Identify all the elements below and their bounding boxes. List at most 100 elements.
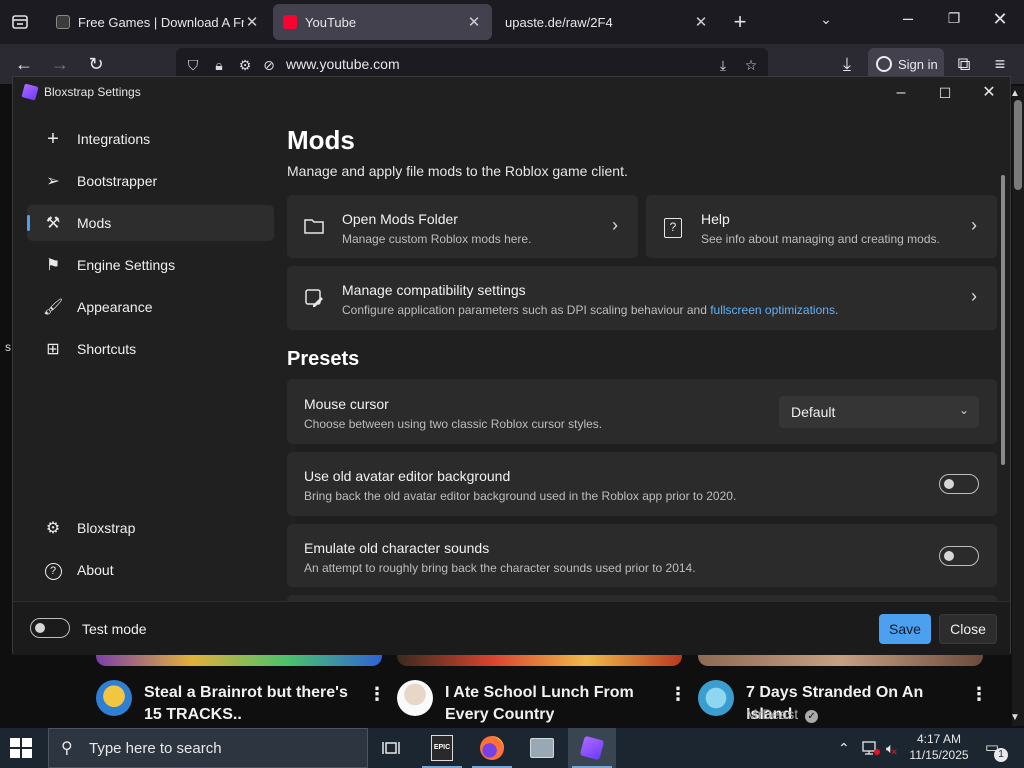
tray-overflow-chevron-icon[interactable]: ⌃: [838, 728, 850, 768]
bookmark-star-icon[interactable]: ☆: [742, 56, 760, 74]
minimize-button[interactable]: –: [889, 81, 913, 105]
card-title: Open Mods Folder: [342, 211, 458, 227]
more-options-icon[interactable]: ⋮: [669, 684, 687, 705]
test-mode-label: Test mode: [82, 621, 147, 637]
page-scrollbar[interactable]: [1012, 86, 1024, 726]
tab-upaste[interactable]: upaste.de/raw/2F4 ✕: [495, 4, 719, 40]
install-icon[interactable]: ⤓: [714, 56, 732, 74]
minimize-button[interactable]: –: [896, 8, 920, 29]
open-mods-folder-card[interactable]: Open Mods Folder Manage custom Roblox mo…: [287, 195, 638, 258]
close-icon[interactable]: ✕: [244, 13, 260, 31]
window-manager-icon: [530, 738, 554, 758]
close-window-button[interactable]: ✕: [977, 81, 1001, 105]
toggle-knob: [944, 551, 954, 561]
lock-icon[interactable]: 🔒︎: [210, 56, 228, 74]
taskbar-app-firefox[interactable]: [468, 728, 516, 768]
tab-youtube[interactable]: YouTube ✕: [273, 4, 492, 40]
search-icon: ⚲: [61, 740, 73, 757]
shield-icon[interactable]: ⛉: [184, 56, 202, 74]
sidebar-item-bootstrapper[interactable]: ➢ Bootstrapper: [27, 163, 274, 199]
window-titlebar[interactable]: Bloxstrap Settings – ☐ ✕: [13, 77, 1010, 109]
sidebar-item-label: Bootstrapper: [77, 173, 158, 189]
content-scrollbar[interactable]: [1001, 175, 1005, 465]
downloads-icon[interactable]: ⤓: [835, 52, 859, 76]
old-character-sounds-toggle[interactable]: [939, 546, 979, 566]
mods-page-content: Mods Manage and apply file mods to the R…: [287, 117, 999, 601]
reload-button[interactable]: ↻: [84, 52, 108, 76]
compatibility-settings-card[interactable]: Manage compatibility settings Configure …: [287, 266, 997, 330]
channel-avatar[interactable]: [397, 680, 433, 716]
menu-icon[interactable]: ≡: [988, 52, 1012, 76]
sidebar-item-label: Engine Settings: [77, 257, 176, 273]
setting-title: Emulate old character sounds: [304, 540, 490, 556]
tab-title: YouTube: [305, 14, 357, 30]
sidebar-item-engine-settings[interactable]: ⚑ Engine Settings: [27, 247, 274, 283]
windows-logo-icon: [10, 738, 32, 758]
taskbar-app-bloxstrap[interactable]: [568, 728, 616, 768]
window-footer: Test mode Save Close: [13, 601, 1010, 655]
close-window-button[interactable]: ✕: [988, 9, 1012, 30]
more-options-icon[interactable]: ⋮: [368, 684, 386, 705]
card-description: See info about managing and creating mod…: [701, 232, 940, 246]
forward-button[interactable]: →: [48, 52, 72, 76]
new-tab-button[interactable]: +: [728, 9, 752, 35]
old-avatar-background-toggle[interactable]: [939, 474, 979, 494]
scrollbar-thumb[interactable]: [1014, 100, 1022, 190]
test-mode-toggle[interactable]: [30, 618, 70, 638]
save-button[interactable]: Save: [879, 614, 931, 644]
fullscreen-optimizations-link[interactable]: fullscreen optimizations: [710, 303, 835, 317]
back-button[interactable]: ←: [12, 52, 36, 76]
sidebar-item-integrations[interactable]: + Integrations: [27, 121, 274, 157]
network-icon[interactable]: [862, 728, 880, 768]
close-button[interactable]: Close: [939, 614, 997, 644]
card-title: Help: [701, 211, 730, 227]
taskbar-search[interactable]: ⚲ Type here to search: [48, 728, 368, 768]
start-button[interactable]: [10, 738, 32, 758]
chevron-down-icon: ⌄: [958, 403, 969, 417]
taskbar-app-epic-games[interactable]: EPIC: [418, 728, 466, 768]
video-title[interactable]: I Ate School Lunch From Every Country: [445, 682, 655, 726]
channel-name-text[interactable]: MrBeast: [746, 706, 798, 722]
mouse-cursor-setting: Mouse cursor Choose between using two cl…: [287, 379, 997, 444]
close-icon[interactable]: ✕: [466, 13, 482, 31]
wrench-screwdriver-icon: ⚒: [45, 215, 61, 232]
mouse-cursor-dropdown[interactable]: Default ⌄: [779, 396, 979, 428]
task-view-button[interactable]: [368, 728, 416, 768]
permissions-icon[interactable]: ⚙: [236, 56, 254, 74]
scroll-down-arrow-icon[interactable]: ▼: [1010, 712, 1020, 723]
sidebar-item-mods[interactable]: ⚒ Mods: [27, 205, 274, 241]
restore-button[interactable]: ❐: [942, 10, 966, 27]
close-icon[interactable]: ✕: [693, 13, 709, 31]
rocket-icon: ➢: [46, 173, 60, 190]
card-description-suffix: .: [834, 303, 839, 317]
sidebar-item-label: Shortcuts: [77, 341, 137, 357]
taskbar-clock[interactable]: 4:17 AM 11/15/2025: [906, 731, 972, 763]
sidebar-item-about[interactable]: ? About: [27, 552, 274, 588]
help-icon: ?: [662, 215, 684, 238]
search-placeholder: Type here to search: [89, 739, 222, 757]
sidebar-item-bloxstrap[interactable]: ⚙ Bloxstrap: [27, 510, 274, 546]
channel-avatar[interactable]: [698, 680, 734, 716]
taskbar-app-file-explorer[interactable]: [518, 728, 566, 768]
clock-time: 4:17 AM: [916, 732, 962, 746]
tracking-protection-icon[interactable]: ⊘: [260, 56, 278, 74]
help-card[interactable]: ? Help See info about managing and creat…: [646, 195, 997, 258]
video-title[interactable]: Steal a Brainrot but there's 15 TRACKS..: [144, 682, 364, 726]
flag-icon: ⚑: [45, 257, 61, 274]
scroll-up-arrow-icon[interactable]: ▲: [1010, 88, 1020, 99]
more-options-icon[interactable]: ⋮: [970, 684, 988, 705]
sidebar-item-appearance[interactable]: 🖌︎ Appearance: [27, 289, 274, 325]
chevron-down-icon[interactable]: ⌄: [814, 11, 838, 28]
maximize-button[interactable]: ☐: [933, 81, 957, 105]
tab-list-button[interactable]: [8, 10, 32, 34]
channel-avatar[interactable]: [96, 680, 132, 716]
old-avatar-background-setting: Use old avatar editor background Bring b…: [287, 452, 997, 516]
task-view-icon: [382, 742, 400, 754]
volume-muted-icon[interactable]: 🔈︎ ✕: [886, 728, 898, 768]
notification-center-icon[interactable]: ▭ 1: [982, 738, 1008, 762]
channel-name[interactable]: MrBeast ✓: [746, 706, 819, 723]
sidebar-item-shortcuts[interactable]: ⊞ Shortcuts: [27, 331, 274, 367]
extensions-icon[interactable]: ⧉: [952, 52, 976, 76]
page-subtitle: Manage and apply file mods to the Roblox…: [287, 163, 628, 179]
tab-epic-games[interactable]: Free Games | Download A Free ✕: [46, 4, 270, 40]
